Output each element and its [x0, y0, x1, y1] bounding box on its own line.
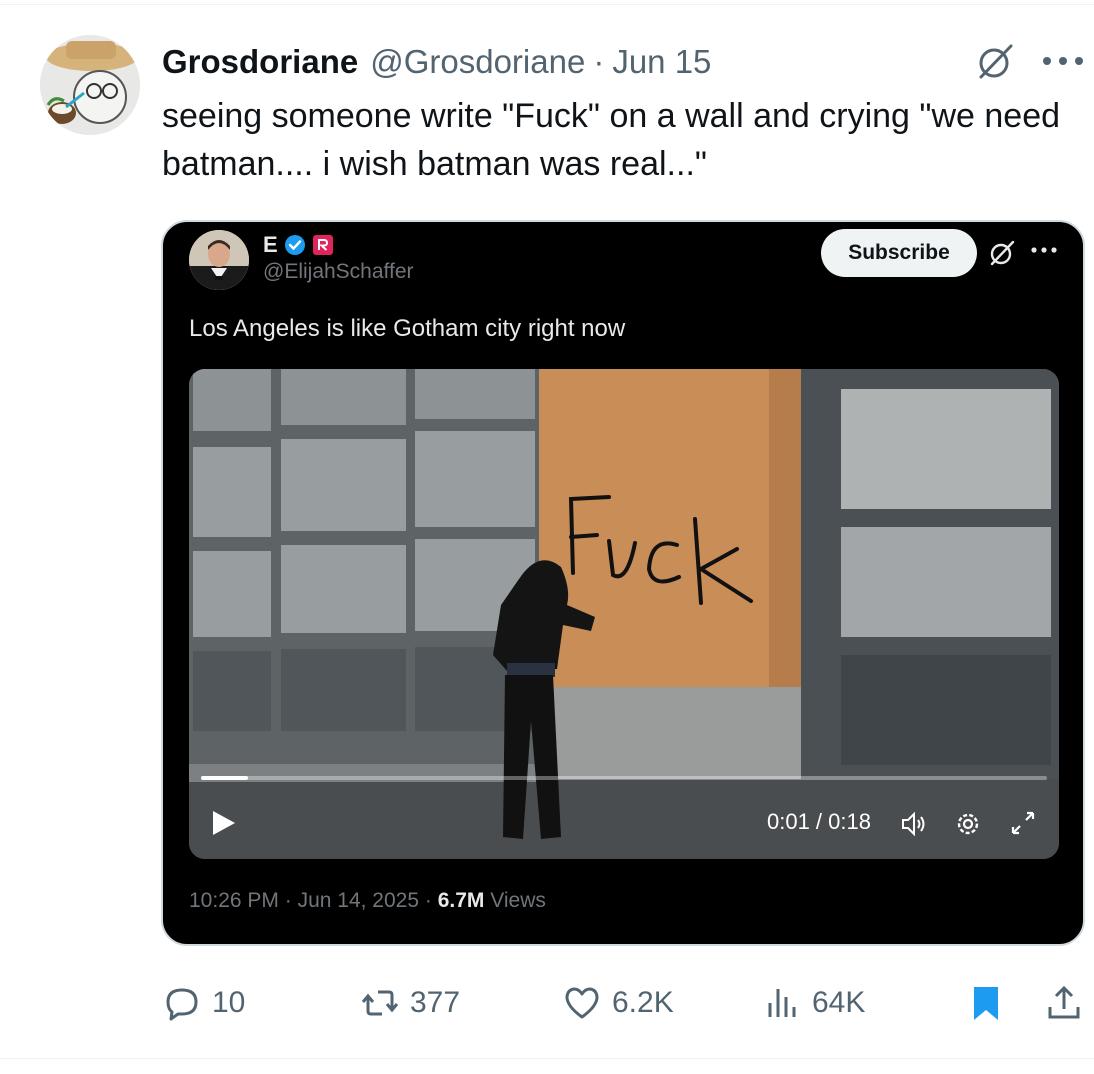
- video-player[interactable]: 0:01 / 0:18: [189, 369, 1059, 859]
- quote-date[interactable]: Jun 14, 2025: [298, 889, 419, 912]
- action-bar: 10 377 6.2K 64K: [0, 975, 1094, 1035]
- subscribe-button[interactable]: Subscribe: [821, 229, 977, 277]
- tweet-text: seeing someone write "Fuck" on a wall an…: [162, 97, 1061, 183]
- quote-meta-separator: ·: [284, 889, 292, 912]
- grok-icon[interactable]: [973, 40, 1017, 84]
- settings-icon[interactable]: [953, 809, 983, 839]
- author-name[interactable]: Grosdoriane: [162, 43, 358, 81]
- quote-author-handle[interactable]: @ElijahSchaffer: [263, 260, 414, 284]
- bookmark-icon: [974, 987, 998, 1020]
- tweet-date[interactable]: Jun 15: [612, 43, 711, 81]
- share-button[interactable]: [1044, 975, 1084, 1031]
- avatar-illustration: [40, 35, 140, 135]
- reply-count: 10: [212, 986, 246, 1019]
- quote-avatar-photo: [189, 230, 249, 290]
- like-button[interactable]: 6.2K: [562, 975, 674, 1031]
- repost-icon: [361, 990, 399, 1016]
- quoted-tweet[interactable]: E @ElijahSchaffer Subscribe Los Angeles …: [161, 220, 1085, 946]
- views-icon: [768, 989, 796, 1017]
- play-icon[interactable]: [211, 809, 237, 837]
- share-icon: [1048, 985, 1080, 1019]
- quote-views-count: 6.7M: [437, 889, 485, 912]
- video-time: 0:01 / 0:18: [767, 809, 871, 834]
- views-count: 64K: [812, 986, 866, 1019]
- fullscreen-icon[interactable]: [1009, 809, 1037, 837]
- bookmark-button[interactable]: [966, 975, 1006, 1031]
- views-button[interactable]: 64K: [762, 975, 865, 1031]
- quote-author-initial[interactable]: E: [263, 232, 278, 258]
- quote-meta-separator-2: ·: [424, 889, 432, 912]
- tweet-header: Grosdoriane @Grosdoriane · Jun 15: [162, 40, 711, 84]
- header-separator: ·: [593, 43, 605, 80]
- more-icon[interactable]: [1040, 52, 1086, 70]
- quote-more-icon[interactable]: [1029, 244, 1059, 256]
- quote-author-row: E: [263, 230, 334, 260]
- author-handle[interactable]: @Grosdoriane: [370, 43, 585, 81]
- reply-icon: [166, 988, 198, 1021]
- quote-grok-icon[interactable]: [987, 238, 1017, 268]
- repost-button[interactable]: 377: [360, 975, 460, 1031]
- like-count: 6.2K: [612, 986, 674, 1019]
- quote-meta: 10:26 PM · Jun 14, 2025 · 6.7M Views: [189, 889, 546, 913]
- quote-time[interactable]: 10:26 PM: [189, 889, 279, 912]
- reply-button[interactable]: 10: [162, 975, 245, 1031]
- bottom-divider: [0, 1058, 1094, 1059]
- author-avatar[interactable]: [40, 35, 140, 135]
- video-progress-bar[interactable]: [201, 776, 1047, 780]
- top-divider: [0, 4, 1094, 5]
- verified-badge-icon: [284, 235, 305, 255]
- repost-count: 377: [410, 986, 461, 1019]
- quote-text: Los Angeles is like Gotham city right no…: [189, 315, 626, 342]
- like-icon: [565, 987, 599, 1019]
- quote-views-label: Views: [490, 889, 546, 912]
- video-frame: [189, 369, 1059, 859]
- volume-icon[interactable]: [899, 809, 929, 839]
- video-progress-fill: [201, 776, 249, 780]
- quote-author-avatar[interactable]: [189, 230, 249, 290]
- affiliate-badge-icon: [312, 235, 333, 255]
